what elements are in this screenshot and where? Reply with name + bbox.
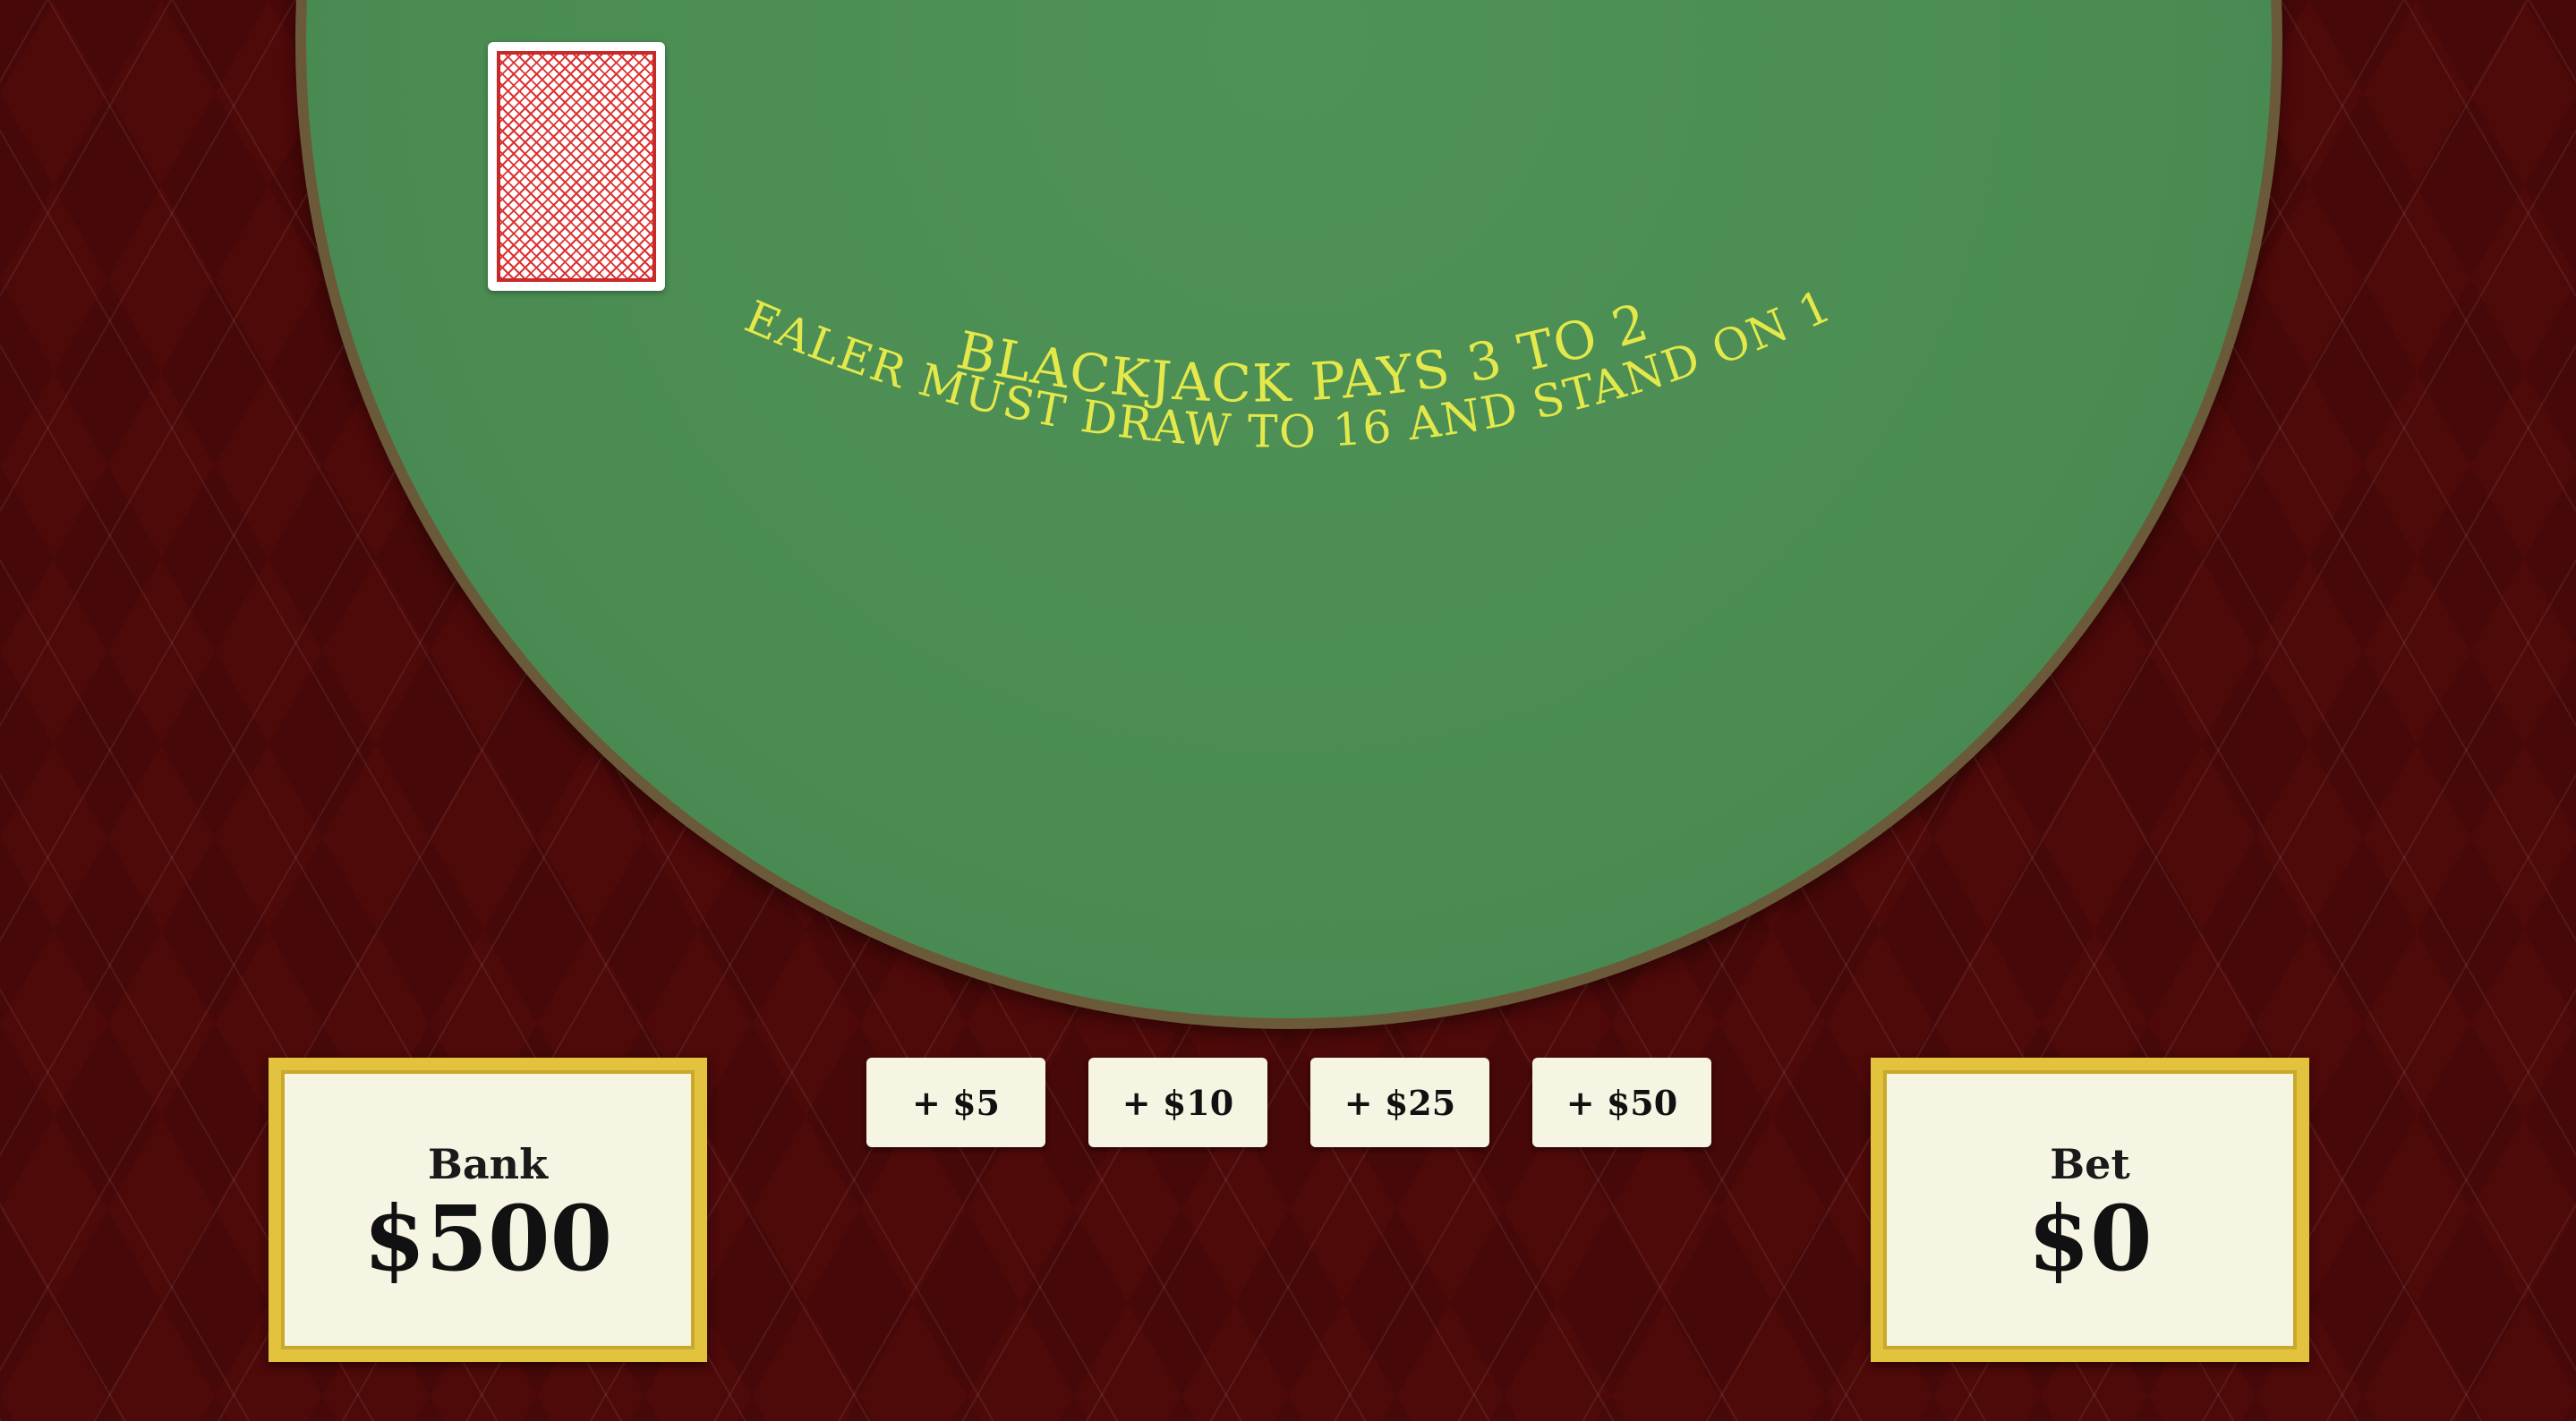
bank-panel: Bank $500	[269, 1058, 707, 1362]
bet-label: Bet	[2050, 1139, 2130, 1188]
dealer-rule-text: DEALER MUST DRAW TO 16 AND STAND ON 17	[0, 0, 1840, 458]
bank-label: Bank	[427, 1139, 548, 1188]
add-10-button[interactable]: + $10	[1088, 1058, 1267, 1147]
bank-value: $500	[363, 1185, 613, 1291]
bet-panel: Bet $0	[1871, 1058, 2309, 1362]
add-25-button[interactable]: + $25	[1310, 1058, 1489, 1147]
bet-value: $0	[2027, 1185, 2153, 1291]
add-5-button[interactable]: + $5	[866, 1058, 1045, 1147]
table-rules-text: BLACKJACK PAYS 3 TO 2 DEALER MUST DRAW T…	[0, 0, 1840, 458]
add-50-button[interactable]: + $50	[1532, 1058, 1711, 1147]
